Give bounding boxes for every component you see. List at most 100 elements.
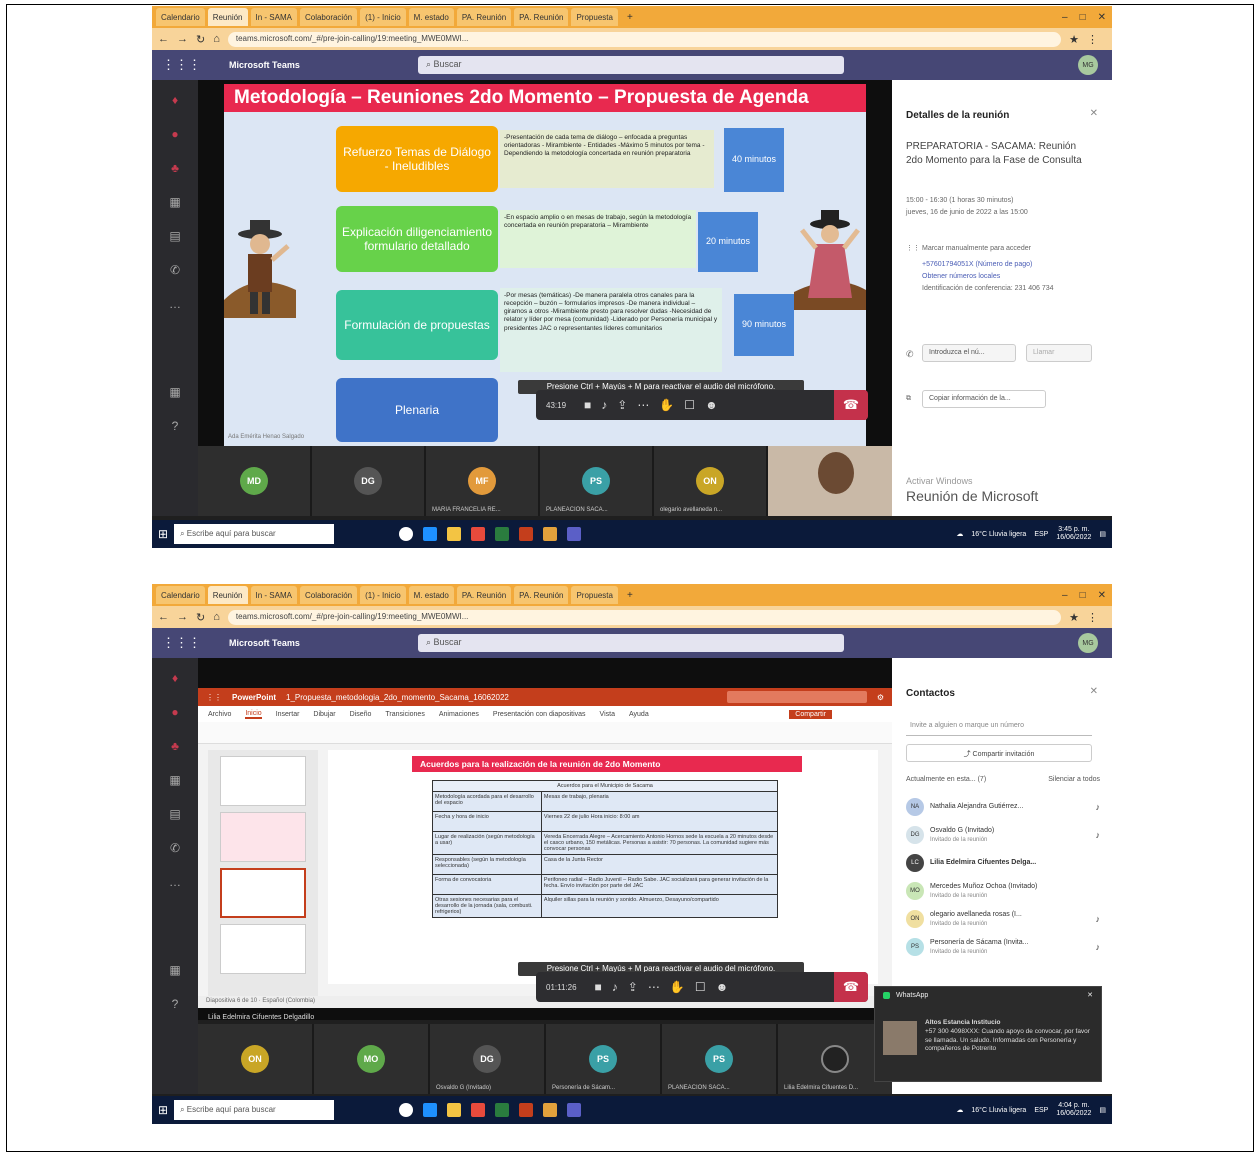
powerpoint-search-input[interactable] [726,691,867,703]
more-icon[interactable]: … [158,868,192,896]
participant-tile[interactable]: ON olegario avellaneda n... [654,446,766,516]
url-field[interactable]: teams.microsoft.com/_#/pre-join-calling/… [227,31,1062,47]
home-icon[interactable]: ⌂ [213,611,220,623]
calls-icon[interactable]: ✆ [158,256,192,284]
mute-all-link[interactable]: Silenciar a todos [1048,776,1100,783]
slide-thumbnail[interactable] [220,756,306,806]
calendar-icon[interactable]: ▦ [158,766,192,794]
avatar[interactable]: MG [1078,55,1098,75]
participant-tile[interactable]: DG [312,446,424,516]
menu-insertar[interactable]: Insertar [276,711,300,718]
notifications-icon[interactable]: ▤ [1099,1106,1106,1114]
more-actions-icon[interactable]: ⋯ [648,980,660,994]
teams-taskbar-icon[interactable] [567,1103,582,1117]
url-field[interactable]: teams.microsoft.com/_#/pre-join-calling/… [227,609,1062,625]
close-icon[interactable]: ✕ [1090,686,1098,697]
browser-tab[interactable]: PA. Reunión [514,8,569,26]
browser-tab[interactable]: Colaboración [299,586,358,604]
app-launcher-icon[interactable]: ⋮⋮⋮ [162,57,201,73]
avatar[interactable]: MG [1078,633,1098,653]
participants-icon[interactable]: ☻ [716,980,729,994]
menu-ayuda[interactable]: Ayuda [629,711,649,718]
self-video-tile[interactable] [768,446,892,516]
whatsapp-notification[interactable]: WhatsApp ✕ Altos Estancia Institucio +57 3… [874,986,1102,1082]
edge-icon[interactable] [423,1103,438,1117]
chrome-icon[interactable] [471,1103,486,1117]
participants-icon[interactable]: ☻ [705,398,718,412]
taskbar-search-input[interactable]: ⌕ Escribe aquí para buscar [174,1100,335,1120]
leave-call-icon[interactable]: ☎ [834,390,868,420]
list-item[interactable]: NA Nathalia Alejandra Gutiérrez... ♪ [906,794,1100,820]
settings-icon[interactable]: ⚙ [877,693,884,702]
notifications-icon[interactable]: ▤ [1099,530,1106,538]
apps-icon[interactable]: ▤ [158,800,192,828]
browser-tab[interactable]: Calendario [156,8,205,26]
browser-tab[interactable]: In - SAMA [250,8,297,26]
store-icon[interactable]: ▦ [158,378,192,406]
calendar-icon[interactable]: ▦ [158,188,192,216]
maximize-icon[interactable]: □ [1080,590,1086,601]
menu-transiciones[interactable]: Transiciones [385,711,424,718]
participant-tile[interactable]: PS PLANEACION SACA... [662,1024,776,1094]
cortana-icon[interactable] [399,1103,414,1117]
browser-tab[interactable]: PA. Reunión [456,8,512,26]
participant-tile[interactable]: PS Personería de Sácam... [546,1024,660,1094]
app-launcher-icon[interactable]: ⋮⋮⋮ [162,635,201,651]
browser-tab[interactable]: Colaboración [299,8,358,26]
powerpoint-icon[interactable] [519,1103,534,1117]
help-icon[interactable]: ? [158,412,192,440]
participant-tile[interactable]: MD [198,446,310,516]
participant-tile[interactable]: PS PLANEACION SACA... [540,446,652,516]
browser-tab[interactable]: M. estado [408,586,454,604]
menu-inicio[interactable]: Inicio [245,710,262,719]
phone-link[interactable]: +57601794051X (Número de pago) [922,260,1032,270]
extensions-icon[interactable]: ★ [1069,33,1079,46]
clock[interactable]: 4:04 p. m. 16/06/2022 [1056,1102,1091,1119]
reload-icon[interactable]: ↻ [196,611,205,624]
forward-icon[interactable]: → [177,33,188,45]
slide-thumbnail[interactable] [220,812,306,862]
raise-hand-icon[interactable]: ✋ [670,980,685,994]
browser-tab[interactable]: PA. Reunión [456,586,512,604]
share-button[interactable]: Compartir [789,709,832,719]
list-item[interactable]: PS Personería de Sácama (Invita... Invitad… [906,934,1100,960]
chat-icon[interactable]: ☐ [695,980,706,994]
windows-start-icon[interactable]: ⊞ [158,1103,168,1117]
list-item[interactable]: MO Mercedes Muñoz Ochoa (Invitado) Invitad… [906,878,1100,904]
call-button[interactable]: Llamar [1026,344,1092,362]
share-screen-icon[interactable]: ⇪ [628,980,638,994]
clock[interactable]: 3:45 p. m. 16/06/2022 [1056,526,1091,543]
list-item[interactable]: ON olegario avellaneda rosas (I... Invitad… [906,906,1100,932]
chrome-alt-icon[interactable] [543,527,558,541]
slide-thumbnail[interactable] [220,924,306,974]
app-grid-icon[interactable]: ⋮⋮ [206,693,222,702]
search-input[interactable]: ⌕ Buscar [418,634,844,652]
chat-icon[interactable]: ● [158,698,192,726]
browser-tab[interactable]: Propuesta [571,8,618,26]
calls-icon[interactable]: ✆ [158,834,192,862]
camera-icon[interactable]: ■ [595,980,602,994]
menu-dibujar[interactable]: Dibujar [313,711,335,718]
chat-icon[interactable]: ● [158,120,192,148]
new-tab-icon[interactable]: + [627,590,633,601]
file-explorer-icon[interactable] [447,527,462,541]
browser-tab-active[interactable]: Reunión [207,8,248,26]
close-icon[interactable]: ✕ [1098,590,1106,601]
participant-tile[interactable]: ON [198,1024,312,1094]
participant-tile[interactable]: MO [314,1024,428,1094]
list-item[interactable]: DG Osvaldo G (Invitado) Invitado de la reu… [906,822,1100,848]
new-tab-icon[interactable]: + [627,12,633,23]
leave-call-icon[interactable]: ☎ [834,972,868,1002]
browser-tab[interactable]: Propuesta [571,586,618,604]
share-screen-icon[interactable]: ⇪ [617,398,627,412]
microphone-icon[interactable]: ♪ [612,980,618,994]
activity-icon[interactable]: ♦ [158,86,192,114]
help-icon[interactable]: ? [158,990,192,1018]
more-actions-icon[interactable]: ⋯ [637,398,649,412]
menu-vista[interactable]: Vista [600,711,615,718]
browser-tab[interactable]: In - SAMA [250,586,297,604]
windows-start-icon[interactable]: ⊞ [158,527,168,541]
taskbar-search-input[interactable]: ⌕ Escribe aquí para buscar [174,524,335,544]
menu-icon[interactable]: ⋮ [1087,611,1098,624]
phone-number-input[interactable]: Introduzca el nú... [922,344,1016,362]
